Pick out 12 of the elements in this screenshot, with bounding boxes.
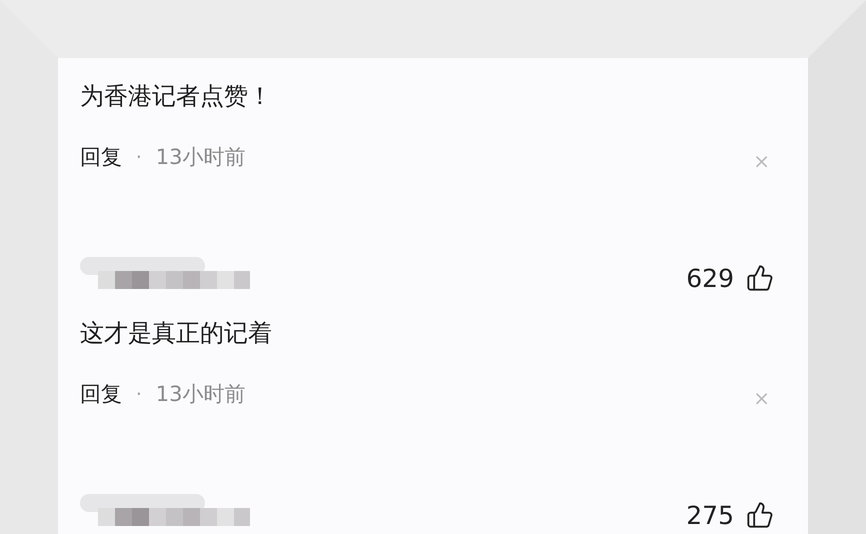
separator-dot: · bbox=[136, 384, 142, 404]
separator-dot: · bbox=[136, 146, 142, 168]
comment-time: 13小时前 bbox=[156, 381, 246, 408]
comment-text: 这才是真正的记着 bbox=[80, 318, 273, 349]
comment-time: 13小时前 bbox=[156, 144, 246, 171]
comment-text: 为香港记者点赞！ bbox=[80, 81, 273, 112]
reply-link[interactable]: 回复 bbox=[80, 380, 122, 408]
thumbs-up-icon bbox=[746, 501, 774, 529]
reply-link[interactable]: 回复 bbox=[80, 143, 122, 171]
like-button[interactable]: 629 bbox=[686, 264, 774, 292]
thumbs-up-icon bbox=[746, 264, 774, 292]
like-button[interactable]: 275 bbox=[686, 500, 774, 530]
